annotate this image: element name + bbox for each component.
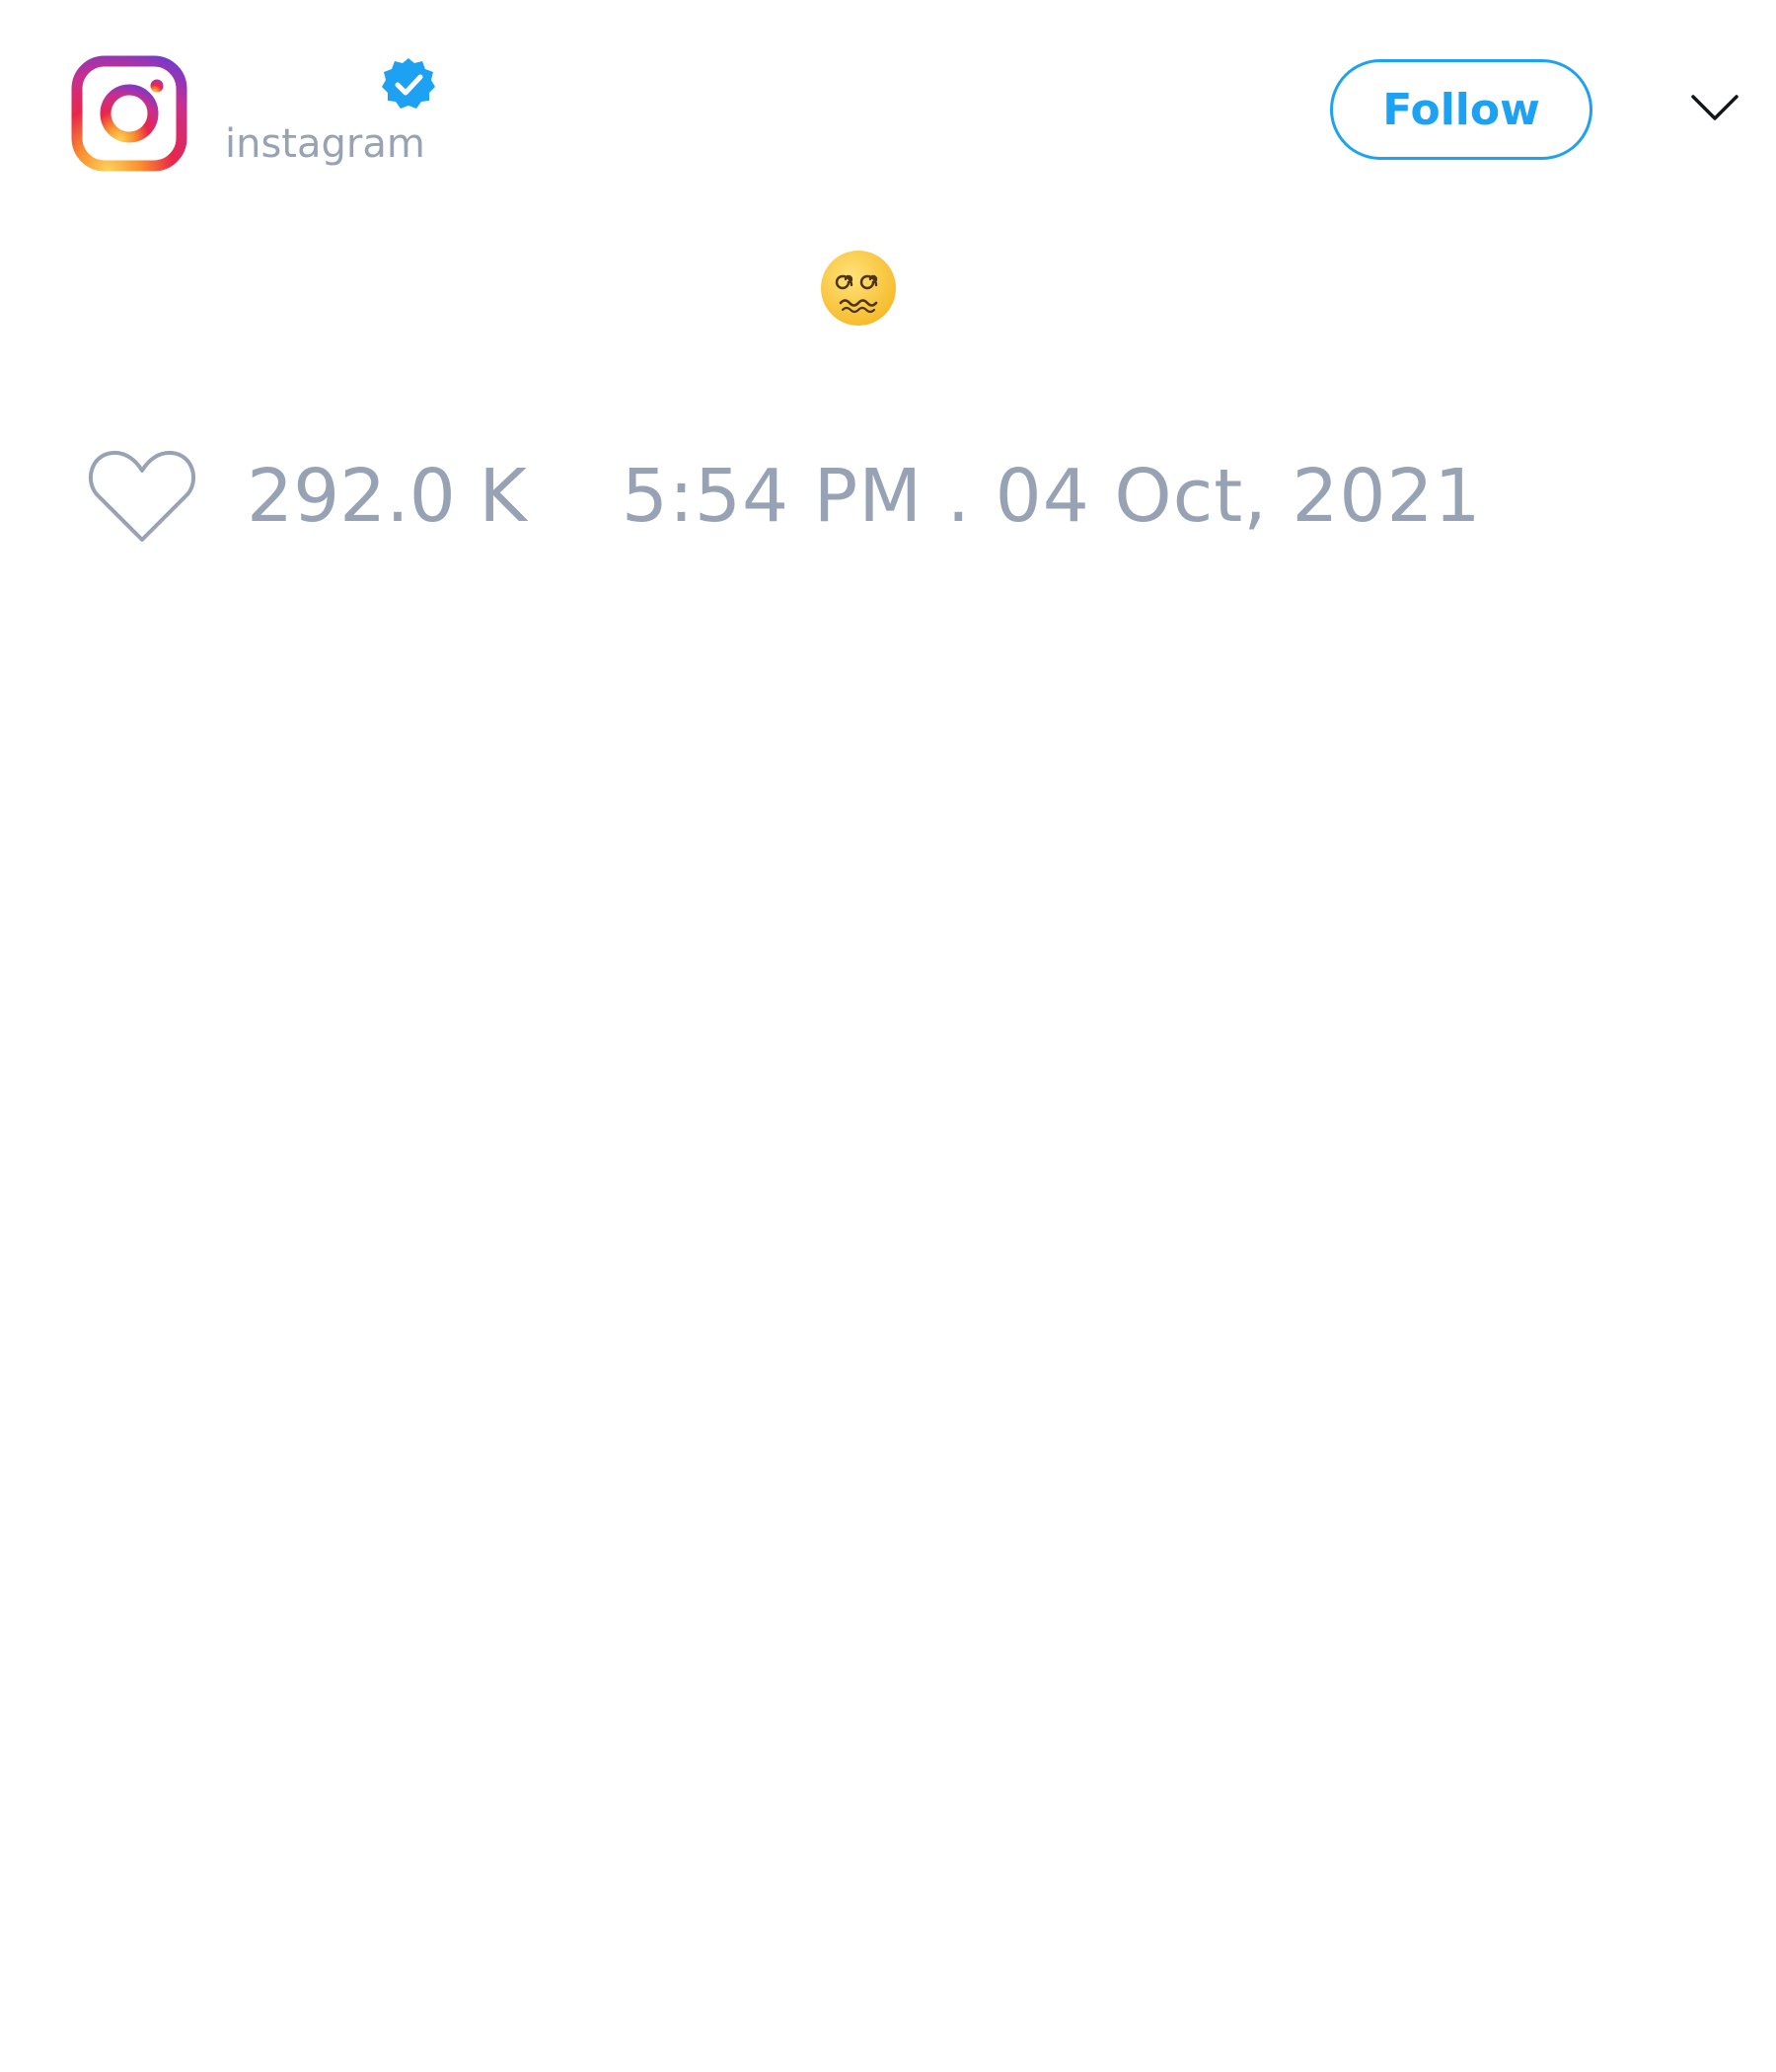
- face-with-spiral-eyes-icon: [819, 249, 898, 328]
- chevron-down-icon[interactable]: [1689, 91, 1740, 124]
- tweet-stats: 292.0 K 5:54 PM . 04 Oct, 2021: [87, 442, 1482, 551]
- follow-button[interactable]: Follow: [1330, 59, 1592, 160]
- tweet-timestamp[interactable]: 5:54 PM . 04 Oct, 2021: [622, 460, 1482, 533]
- instagram-logo-icon: [71, 55, 187, 172]
- heart-icon[interactable]: [87, 447, 197, 546]
- tweet-text: [0, 249, 1717, 332]
- tweet-card: instagram Follow 292.0 K 5:54 PM . 04 Oc…: [0, 0, 1776, 2072]
- avatar[interactable]: [69, 53, 189, 174]
- user-handle[interactable]: instagram: [225, 124, 425, 164]
- verified-badge-icon: [380, 55, 437, 112]
- like-count: 292.0 K: [247, 454, 527, 539]
